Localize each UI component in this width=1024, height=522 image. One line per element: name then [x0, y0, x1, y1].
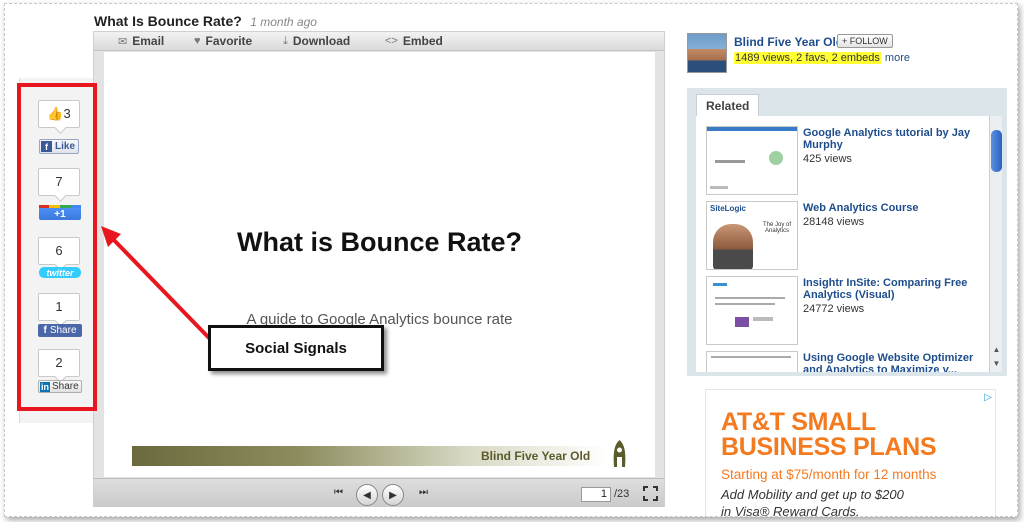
related-title[interactable]: Insightr InSite: Comparing Free Analytic… [803, 277, 981, 301]
download-label: Download [292, 34, 351, 48]
ad-price: Starting at $75/month for 12 months [721, 467, 937, 482]
stats-text: 1489 views, 2 favs, 2 embeds [734, 52, 881, 64]
embed-button[interactable]: <> Embed [385, 34, 443, 48]
follow-button[interactable]: + FOLLOW [837, 34, 893, 48]
tab-related[interactable]: Related [696, 94, 759, 116]
related-thumbnail[interactable] [706, 126, 798, 195]
avatar[interactable] [687, 33, 727, 73]
ad-choices-icon[interactable]: ▷ [984, 392, 992, 403]
annotation-callout: Social Signals [208, 325, 384, 371]
related-views: 24772 views [803, 303, 865, 315]
author-name-link[interactable]: Blind Five Year Old [734, 35, 843, 49]
related-item[interactable]: SiteLogic The Joy of Analytics Web Analy… [706, 201, 986, 275]
thumbnail-brand: SiteLogic [710, 204, 747, 213]
ad-headline: AT&T SMALL BUSINESS PLANS [721, 408, 937, 461]
related-thumbnail[interactable] [706, 276, 798, 345]
fullscreen-icon[interactable] [643, 486, 658, 501]
slide-canvas[interactable]: What is Bounce Rate? A guide to Google A… [104, 52, 655, 477]
heart-icon: ♥ [194, 35, 201, 47]
slide-brand: Blind Five Year Old [481, 449, 591, 463]
page-total: /23 [614, 488, 630, 500]
related-title[interactable]: Web Analytics Course [803, 202, 981, 214]
brand-logo-icon [613, 440, 626, 467]
ad-headline-line-2: BUSINESS PLANS [721, 433, 937, 461]
last-slide-button[interactable]: ⏭ [419, 487, 428, 498]
page-number-input[interactable]: 1 [581, 487, 611, 502]
email-label: Email [132, 34, 165, 48]
ad-body: Add Mobility and get up to $200 in Visa®… [721, 486, 904, 517]
related-views: 425 views [803, 153, 852, 165]
related-title[interactable]: Google Analytics tutorial by Jay Murphy [803, 127, 981, 151]
related-thumbnail[interactable] [706, 351, 798, 372]
player-controls: ⏮ ◀ ▶ ⏭ 1 /23 [94, 478, 664, 507]
viewer-toolbar: ✉ Email ♥ Favorite ⤓ Download <> Embed [94, 32, 664, 51]
author-info: Blind Five Year Old + FOLLOW 1489 views,… [687, 33, 1017, 75]
scroll-thumb[interactable] [991, 130, 1002, 172]
thumbnail-caption: The Joy of Analytics [762, 222, 791, 234]
first-slide-button[interactable]: ⏮ [334, 487, 343, 498]
page-title: What Is Bounce Rate? [94, 13, 242, 29]
favorite-button[interactable]: ♥ Favorite [194, 34, 252, 48]
slide-title: What is Bounce Rate? [236, 227, 523, 257]
presentation-header: What Is Bounce Rate? 1 month ago [94, 13, 317, 31]
download-icon: ⤓ [283, 34, 288, 47]
social-signals-highlight [17, 83, 97, 411]
related-item[interactable]: Google Analytics tutorial by Jay Murphy … [706, 126, 986, 200]
advertisement[interactable]: ▷ AT&T SMALL BUSINESS PLANS Starting at … [705, 389, 996, 517]
upload-time: 1 month ago [250, 15, 317, 29]
more-link[interactable]: more [885, 52, 910, 64]
screenshot-frame: What Is Bounce Rate? 1 month ago ✉ Email… [4, 3, 1018, 517]
related-panel: Related Google Analytics tutorial by Jay… [687, 88, 1007, 376]
related-title[interactable]: Using Google Website Optimizer and Analy… [803, 352, 981, 372]
related-views: 28148 views [803, 216, 865, 228]
related-item[interactable]: Insightr InSite: Comparing Free Analytic… [706, 276, 986, 350]
related-list: Google Analytics tutorial by Jay Murphy … [696, 116, 989, 372]
related-item[interactable]: Using Google Website Optimizer and Analy… [706, 351, 986, 372]
email-button[interactable]: ✉ Email [118, 34, 164, 48]
slide-viewer: ✉ Email ♥ Favorite ⤓ Download <> Embed W… [93, 31, 665, 507]
previous-slide-button[interactable]: ◀ [356, 484, 378, 506]
presentation-stats: 1489 views, 2 favs, 2 embeds more [734, 52, 910, 64]
callout-label: Social Signals [245, 339, 347, 357]
ad-body-line-2: in Visa® Reward Cards. [721, 504, 860, 517]
scroll-up-icon[interactable]: ▲ [991, 344, 1002, 355]
next-slide-button[interactable]: ▶ [382, 484, 404, 506]
envelope-icon: ✉ [118, 35, 128, 48]
download-button[interactable]: ⤓ Download [283, 34, 350, 48]
related-scrollbar[interactable]: ▲ ▼ [989, 116, 1002, 372]
scroll-down-icon[interactable]: ▼ [991, 358, 1002, 369]
ad-body-line-1: Add Mobility and get up to $200 [721, 487, 904, 502]
related-thumbnail[interactable]: SiteLogic The Joy of Analytics [706, 201, 798, 270]
ad-headline-line-1: AT&T SMALL [721, 408, 876, 436]
code-icon: <> [385, 35, 398, 47]
embed-label: Embed [402, 34, 443, 48]
favorite-label: Favorite [205, 34, 253, 48]
